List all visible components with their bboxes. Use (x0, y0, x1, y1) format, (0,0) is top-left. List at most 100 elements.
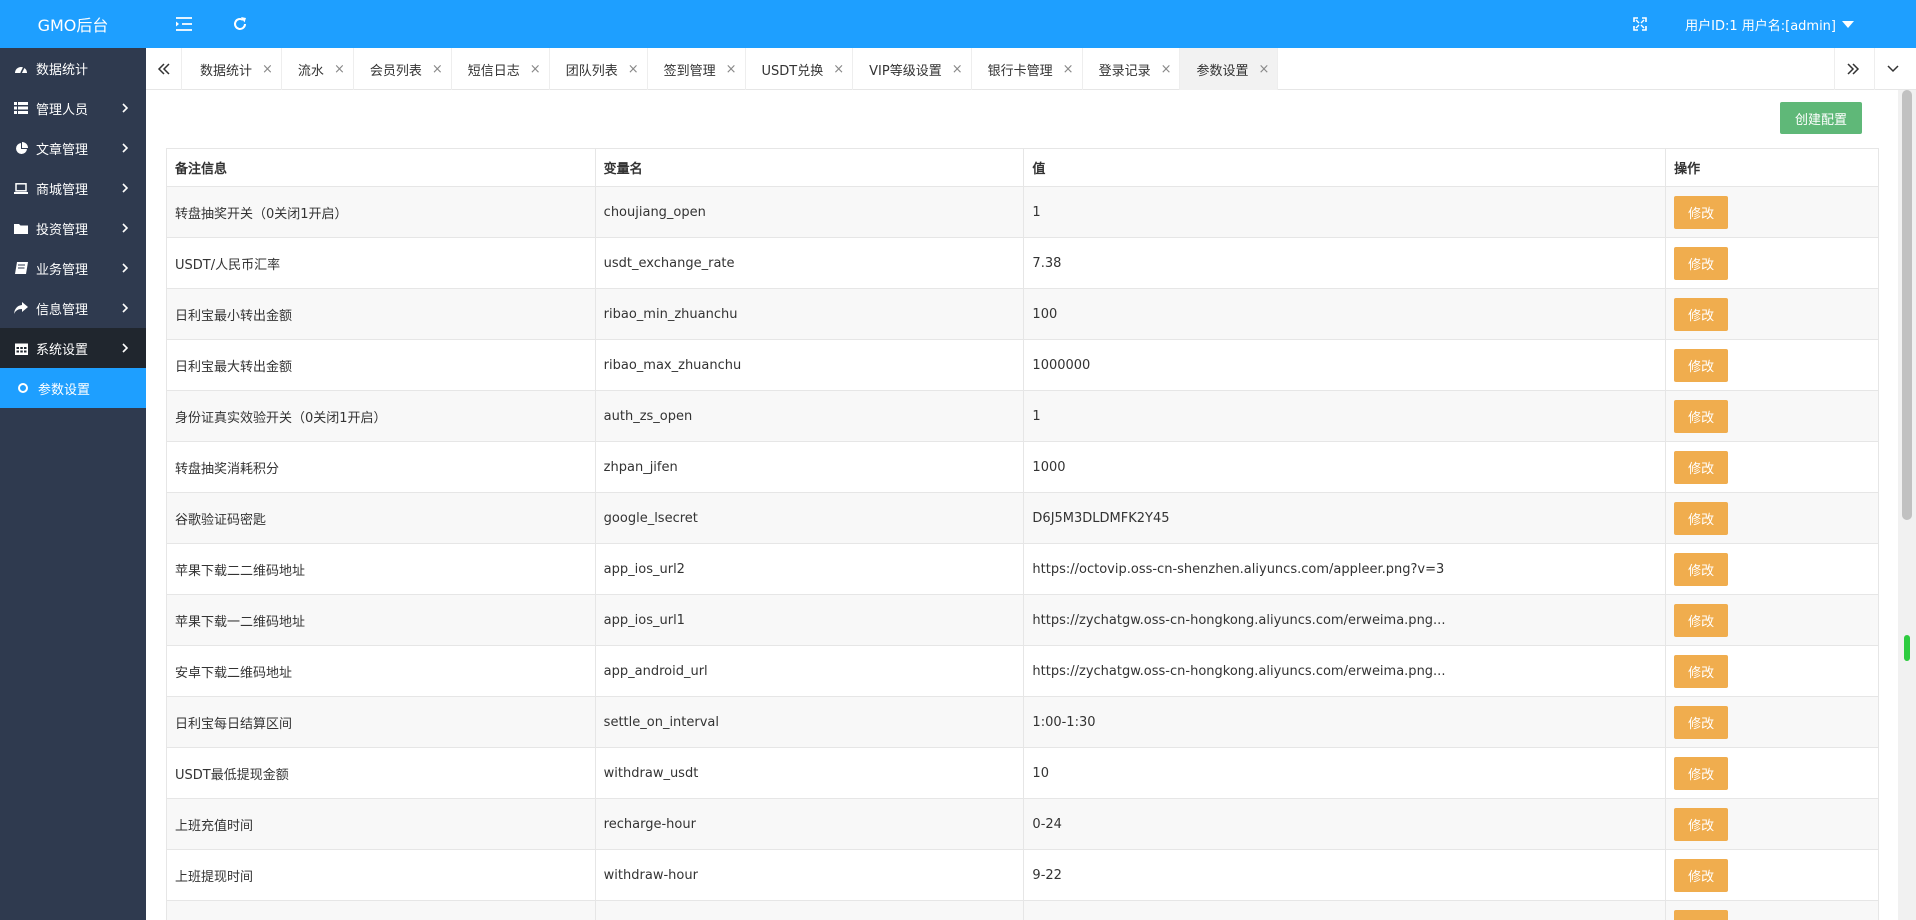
cell-variable-name: usdt_exchange_rate (594, 237, 1025, 289)
edit-button[interactable]: 修改 (1674, 756, 1729, 790)
cell-variable-name: zhpan_jifen (594, 441, 1025, 493)
edit-button[interactable]: 修改 (1674, 450, 1729, 484)
cell-note (166, 900, 596, 920)
user-menu[interactable]: 用户ID:1 用户名:[admin] (1685, 15, 1854, 34)
tab-login-records[interactable]: 登录记录 × (1083, 48, 1181, 90)
cell-value: 1:00-1:30 (1023, 696, 1667, 748)
table-row: 上班提现时间 withdraw-hour 9-22 修改 (166, 849, 1879, 901)
dashboard-icon (14, 61, 28, 75)
sidebar-item-business[interactable]: 业务管理 (0, 248, 146, 288)
tab-team-list[interactable]: 团队列表 × (550, 48, 648, 90)
config-table: 备注信息 变量名 值 操作 转盘抽奖开关（0关闭1开启） choujiang_op… (166, 148, 1879, 920)
scrollbar-thumb[interactable] (1902, 90, 1912, 520)
edit-button[interactable]: 修改 (1674, 501, 1729, 535)
cell-variable-name: choujiang_open (594, 186, 1025, 238)
edit-button[interactable]: 修改 (1674, 909, 1729, 920)
refresh-icon[interactable] (230, 14, 250, 34)
column-header-value: 值 (1023, 148, 1667, 187)
cell-value: 1000000 (1023, 339, 1667, 391)
close-icon[interactable]: × (1063, 62, 1074, 77)
sidebar-item-articles[interactable]: 文章管理 (0, 128, 146, 168)
cell-note: USDT/人民币汇率 (166, 237, 596, 289)
close-icon[interactable]: × (952, 62, 963, 77)
chevron-right-icon (122, 263, 129, 273)
sidebar-item-data-stats[interactable]: 数据统计 (0, 48, 146, 88)
edit-button[interactable]: 修改 (1674, 654, 1729, 688)
edit-button[interactable]: 修改 (1674, 246, 1729, 280)
close-icon[interactable]: × (1161, 62, 1172, 77)
sidebar-item-param-settings[interactable]: 参数设置 (0, 368, 146, 408)
sidebar-item-system-settings[interactable]: 系统设置 (0, 328, 146, 368)
chevron-right-icon (122, 143, 129, 153)
edit-button[interactable]: 修改 (1674, 348, 1729, 382)
tabs-scroll-left-icon[interactable] (146, 48, 182, 90)
cell-variable-name: withdraw_usdt (594, 747, 1025, 799)
sidebar: GMO后台 数据统计 管理人员 文章管理 商城管理 投资管理 业务管理 信息管理… (0, 0, 146, 920)
table-row: 修改 (166, 900, 1879, 920)
page-scrollbar[interactable] (1898, 90, 1916, 920)
cell-note: 身份证真实效验开关（0关闭1开启） (166, 390, 596, 442)
tab-flow[interactable]: 流水 × (282, 48, 354, 90)
sidebar-item-shop[interactable]: 商城管理 (0, 168, 146, 208)
cell-variable-name: ribao_min_zhuanchu (594, 288, 1025, 340)
edit-button[interactable]: 修改 (1674, 399, 1729, 433)
close-icon[interactable]: × (628, 62, 639, 77)
tab-vip-settings[interactable]: VIP等级设置 × (853, 48, 972, 90)
sidebar-item-label: 商城管理 (36, 182, 89, 198)
cell-note: 上班提现时间 (166, 849, 596, 901)
cell-action: 修改 (1665, 747, 1879, 799)
cell-variable-name: app_ios_url1 (594, 594, 1025, 646)
close-icon[interactable]: × (530, 62, 541, 77)
edit-button[interactable]: 修改 (1674, 807, 1729, 841)
tab-bank-cards[interactable]: 银行卡管理 × (972, 48, 1083, 90)
column-header-action: 操作 (1665, 148, 1879, 187)
table-row: 转盘抽奖消耗积分 zhpan_jifen 1000 修改 (166, 441, 1879, 493)
tab-param-settings[interactable]: 参数设置 × (1180, 48, 1279, 90)
close-icon[interactable]: × (726, 62, 737, 77)
cell-value: 0-24 (1023, 798, 1667, 850)
edit-button[interactable]: 修改 (1674, 297, 1729, 331)
close-icon[interactable]: × (1259, 62, 1270, 77)
app-logo[interactable]: GMO后台 (0, 0, 146, 48)
close-icon[interactable]: × (833, 62, 844, 77)
tab-data-stats[interactable]: 数据统计 × (184, 48, 282, 90)
cell-value: 1 (1023, 390, 1667, 442)
edit-button[interactable]: 修改 (1674, 552, 1729, 586)
create-config-button[interactable]: 创建配置 (1780, 102, 1862, 134)
table-row: 安卓下载二维码地址 app_android_url https://zychatgw… (166, 645, 1879, 697)
cell-action: 修改 (1665, 696, 1879, 748)
sidebar-item-info[interactable]: 信息管理 (0, 288, 146, 328)
cell-action: 修改 (1665, 390, 1879, 442)
tab-usdt-exchange[interactable]: USDT兑换 × (746, 48, 854, 90)
cell-value: https://zychatgw.oss-cn-hongkong.aliyunc… (1023, 594, 1667, 646)
cell-variable-name: recharge-hour (594, 798, 1025, 850)
close-icon[interactable]: × (432, 62, 443, 77)
menu-toggle-icon[interactable] (174, 14, 194, 34)
fullscreen-icon[interactable] (1630, 14, 1650, 34)
cell-action: 修改 (1665, 288, 1879, 340)
close-icon[interactable]: × (262, 62, 273, 77)
tabs-scroll-right-icon[interactable] (1834, 48, 1870, 90)
cell-note: 日利宝最小转出金额 (166, 288, 596, 340)
edit-button[interactable]: 修改 (1674, 858, 1729, 892)
edit-button[interactable]: 修改 (1674, 705, 1729, 739)
edit-button[interactable]: 修改 (1674, 195, 1729, 229)
tabs-menu-chevron-down-icon[interactable] (1874, 48, 1910, 90)
cell-variable-name: google_lsecret (594, 492, 1025, 544)
edit-button[interactable]: 修改 (1674, 603, 1729, 637)
cell-variable-name: ribao_max_zhuanchu (594, 339, 1025, 391)
calendar-icon (14, 341, 28, 355)
close-icon[interactable]: × (334, 62, 345, 77)
sidebar-item-label: 管理人员 (36, 102, 89, 118)
cell-variable-name: app_ios_url2 (594, 543, 1025, 595)
sidebar-item-admins[interactable]: 管理人员 (0, 88, 146, 128)
tab-member-list[interactable]: 会员列表 × (354, 48, 452, 90)
sidebar-item-investment[interactable]: 投资管理 (0, 208, 146, 248)
sidebar-item-label: 信息管理 (36, 302, 89, 318)
tab-sms-log[interactable]: 短信日志 × (452, 48, 550, 90)
cell-note: 苹果下载二二维码地址 (166, 543, 596, 595)
cell-action: 修改 (1665, 492, 1879, 544)
tab-checkin[interactable]: 签到管理 × (648, 48, 746, 90)
table-row: 身份证真实效验开关（0关闭1开启） auth_zs_open 1 修改 (166, 390, 1879, 442)
caret-down-icon (1842, 21, 1854, 28)
